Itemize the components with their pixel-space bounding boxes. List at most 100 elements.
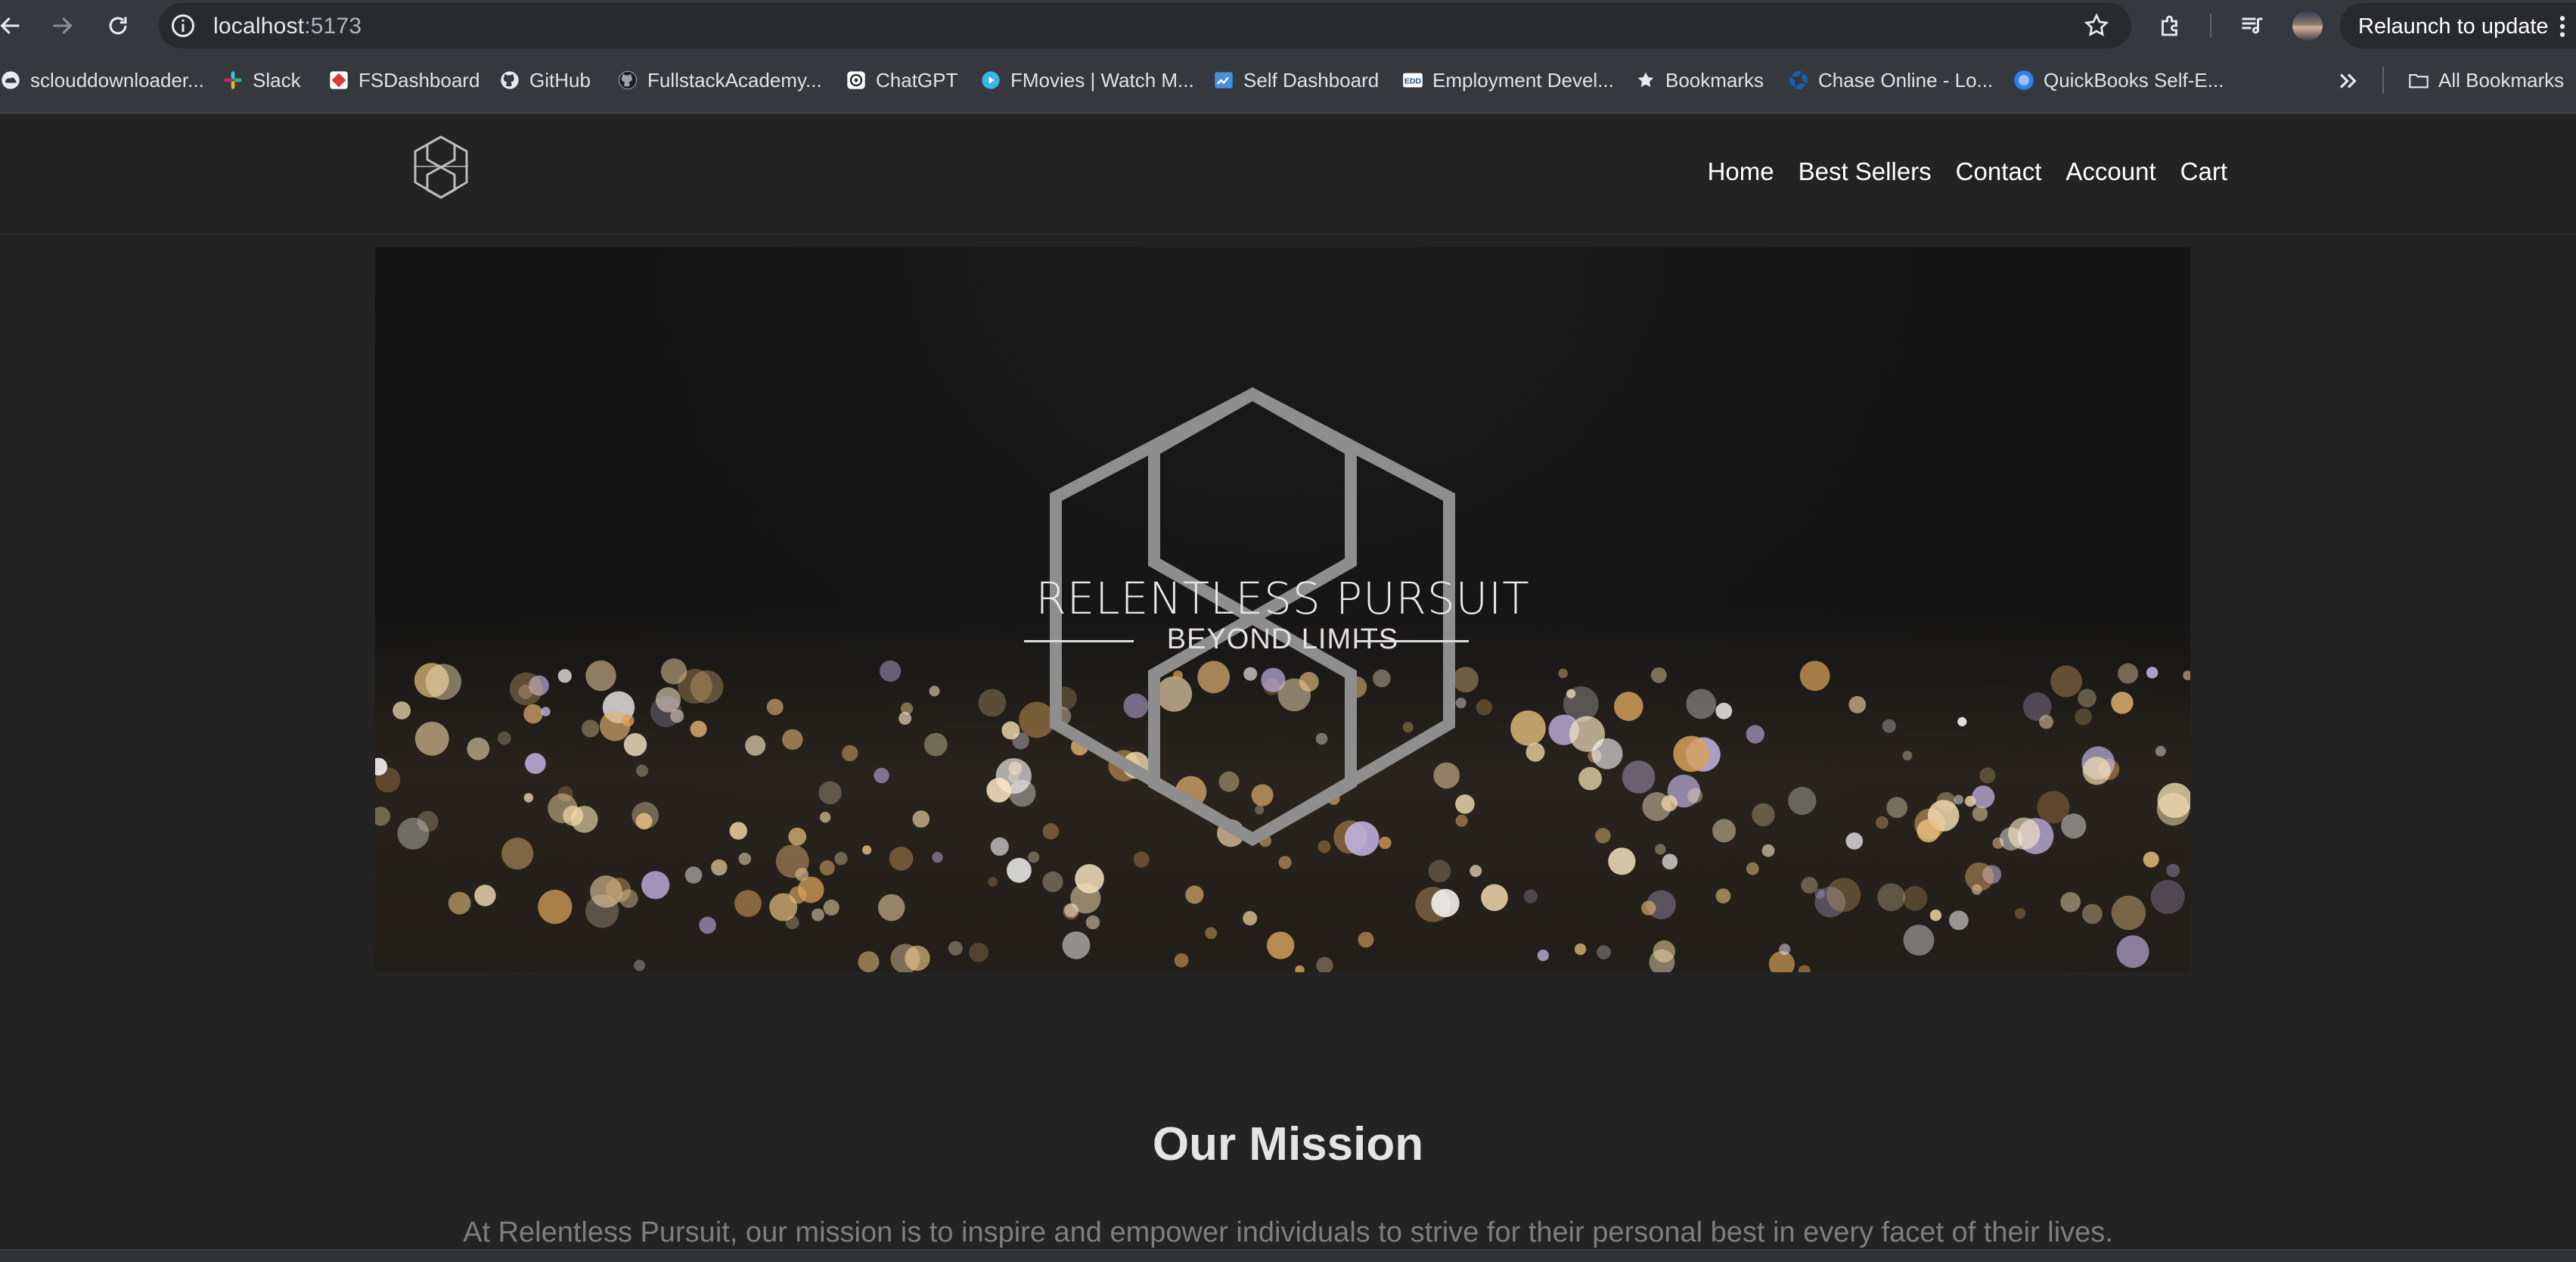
bokeh-light: [1686, 689, 1717, 720]
bookmark-item[interactable]: FSDashboard: [328, 64, 480, 97]
bookmark-item[interactable]: GitHub: [499, 64, 591, 97]
site-logo-icon[interactable]: [411, 135, 471, 200]
bookmark-label: ChatGPT: [876, 68, 958, 92]
bokeh-light: [393, 701, 411, 720]
bokeh-light: [1801, 877, 1818, 894]
bokeh-light: [2118, 663, 2139, 684]
bokeh-light: [2082, 903, 2103, 925]
chatgpt-icon: [846, 70, 867, 91]
bokeh-light: [2183, 670, 2190, 681]
bokeh-light: [1715, 888, 1731, 903]
all-bookmarks-button[interactable]: All Bookmarks: [2408, 64, 2564, 97]
bokeh-light: [819, 860, 835, 875]
nav-cart[interactable]: Cart: [2180, 157, 2227, 186]
forward-button[interactable]: [47, 11, 77, 41]
bokeh-light: [2116, 935, 2149, 968]
site-info-icon[interactable]: [169, 12, 197, 39]
bokeh-light: [634, 959, 646, 971]
bokeh-light: [1431, 888, 1460, 918]
more-vertical-icon[interactable]: [2558, 14, 2567, 39]
nav-best-sellers[interactable]: Best Sellers: [1799, 157, 1932, 186]
chase-icon: [1788, 70, 1809, 91]
bokeh-light: [570, 806, 598, 833]
bokeh-light: [1428, 859, 1451, 883]
profile-avatar[interactable]: [2292, 11, 2323, 41]
extensions-button[interactable]: [2155, 11, 2186, 41]
bokeh-light: [1902, 886, 1928, 911]
mission-heading: Our Mission: [1152, 1118, 1424, 1170]
bokeh-light: [467, 737, 490, 760]
url-port: :5173: [304, 14, 362, 39]
hero-banner: RELENTLESS PURSUIT BEYOND LIMITS: [375, 247, 2190, 972]
bokeh-light: [2143, 851, 2159, 868]
nav-account[interactable]: Account: [2065, 157, 2155, 186]
bokeh-light: [1965, 795, 1976, 807]
bookmark-item[interactable]: Slack: [222, 64, 301, 97]
bokeh-light: [788, 827, 807, 846]
star-icon: [1635, 70, 1656, 91]
relaunch-label: Relaunch to update: [2358, 14, 2549, 39]
browser-toolbar: localhost:5173 Relaunch to update: [0, 0, 2576, 51]
forward-arrow-icon: [53, 17, 73, 35]
back-button[interactable]: [0, 11, 26, 41]
all-bookmarks-label: All Bookmarks: [2438, 68, 2565, 92]
hero-title: RELENTLESS PURSUIT: [1035, 573, 1530, 624]
bookmark-label: Self Dashboard: [1243, 68, 1380, 92]
bokeh-light: [880, 660, 902, 682]
bookmark-item[interactable]: sclouddownloader...: [0, 64, 204, 97]
media-control-button[interactable]: [2237, 11, 2267, 41]
address-bar[interactable]: localhost:5173: [159, 3, 2131, 48]
bokeh-light: [738, 852, 751, 866]
bokeh-light: [1752, 803, 1775, 827]
reload-button[interactable]: [103, 11, 133, 41]
bookmark-item[interactable]: Chase Online - Lo...: [1788, 64, 1993, 97]
bokeh-light: [1591, 738, 1623, 769]
url-text[interactable]: localhost:5173: [213, 14, 362, 39]
bokeh-light: [2008, 817, 2041, 850]
chevron-double-right-icon[interactable]: [2335, 68, 2361, 94]
bokeh-light: [474, 884, 496, 906]
bokeh-light: [557, 669, 572, 683]
nav-home[interactable]: Home: [1708, 157, 1774, 186]
mission-text: At Relentless Pursuit, our mission is to…: [463, 1217, 2113, 1248]
bokeh-light: [2060, 892, 2081, 912]
bokeh-light: [948, 940, 963, 956]
bokeh-light: [1673, 735, 1709, 772]
bookmark-label: GitHub: [529, 68, 591, 92]
bookmark-item[interactable]: Bookmarks: [1635, 64, 1764, 97]
bookmark-item[interactable]: FullstackAcademy...: [617, 64, 822, 97]
bookmark-label: Chase Online - Lo...: [1818, 68, 1994, 92]
bokeh-light: [1523, 889, 1538, 903]
bokeh-light: [1882, 719, 1896, 733]
bookmark-item[interactable]: ChatGPT: [846, 64, 957, 97]
bokeh-light: [375, 807, 390, 826]
relaunch-button[interactable]: Relaunch to update: [2340, 3, 2576, 48]
bokeh-light: [2166, 863, 2180, 878]
bokeh-light: [775, 844, 809, 878]
bokeh-light: [635, 813, 653, 830]
bookmarks-bar: sclouddownloader... Slack FSDashboard Gi…: [0, 64, 2576, 97]
bokeh-light: [684, 866, 703, 884]
bokeh-light: [932, 852, 943, 863]
bookmark-star-icon[interactable]: [2083, 12, 2110, 39]
bokeh-light: [585, 660, 616, 692]
edd-icon: EDD: [1402, 70, 1423, 91]
bokeh-light: [711, 859, 728, 876]
bokeh-light: [1295, 965, 1305, 972]
bokeh-light: [523, 793, 534, 803]
bokeh-light: [877, 894, 905, 922]
bookmark-item[interactable]: EDD Employment Devel...: [1402, 64, 1614, 97]
bookmark-item[interactable]: QuickBooks Self-E...: [2013, 64, 2224, 97]
main-nav: Home Best Sellers Contact Account Cart: [1708, 157, 2227, 186]
bokeh-light: [1715, 702, 1733, 720]
bookmark-label: FullstackAcademy...: [647, 68, 822, 92]
bokeh-light: [1916, 819, 1941, 843]
bookmark-label: FSDashboard: [358, 68, 480, 92]
bokeh-light: [1174, 953, 1189, 968]
nav-contact[interactable]: Contact: [1956, 157, 2042, 186]
hero-subtitle: BEYOND LIMITS: [1166, 623, 1399, 655]
bokeh-light: [1316, 956, 1333, 972]
bookmark-item[interactable]: Self Dashboard: [1213, 64, 1379, 97]
bokeh-light: [619, 889, 638, 908]
bookmark-item[interactable]: FMovies | Watch M...: [980, 64, 1194, 97]
